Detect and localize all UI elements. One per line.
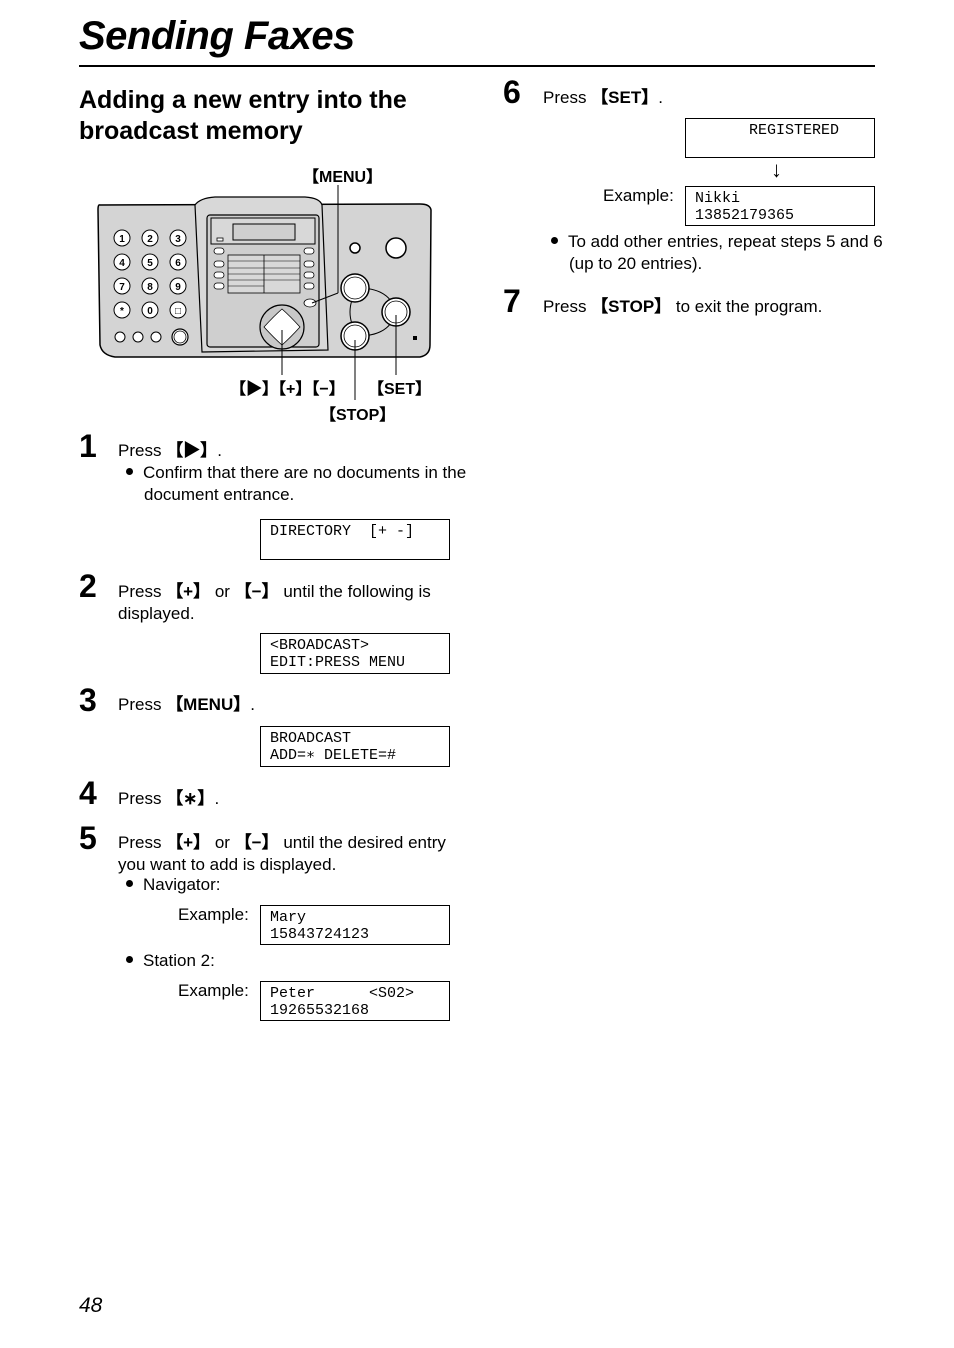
lcd-display: Nikki 13852179365 [685,186,875,226]
example-label: Example: [178,981,249,1000]
key-star: 【∗】 [166,789,215,808]
key-plus: 【+】 [166,833,211,852]
key-menu: 【MENU】 [166,695,251,714]
menu-button [303,298,317,308]
svg-text:*: * [120,306,124,317]
section-title: Adding a new entry into the broadcast me… [79,86,407,145]
key-stop: 【STOP】 [591,297,672,316]
down-arrow-icon: ↓ [771,157,782,182]
step-4-text: Press 【∗】. [118,789,220,808]
example-label: Example: [178,905,249,924]
nav-callout: 【▶】【+】【−】 [230,381,345,398]
bullet-icon [126,956,133,963]
example-label: Example: [603,186,674,205]
lcd-screen [232,223,296,241]
svg-text:1: 1 [119,234,125,245]
step-number: 1 [79,428,97,464]
step-number: 4 [79,775,97,811]
step-5-text: Press 【+】 or 【−】 until the desired entry… [118,833,446,874]
step-number: 7 [503,283,521,319]
step-1-bullet: Confirm that there are no documents in t… [126,462,474,505]
step-7-text: Press 【STOP】 to exit the program. [543,297,823,316]
svg-text:2: 2 [147,234,153,245]
step-6-bullet: To add other entries, repeat steps 5 and… [551,231,899,274]
step-number: 2 [79,568,97,604]
lcd-display: BROADCAST ADD=∗ DELETE=# [260,726,450,767]
step-2-text: Press 【+】 or 【−】 until the following is … [118,582,431,623]
set-callout: 【SET】 [368,381,432,398]
key-set: 【SET】 [591,88,659,107]
key-minus: 【−】 [234,582,279,601]
lcd-display: <BROADCAST> EDIT:PRESS MENU [260,633,450,674]
navigator-bullet: Navigator: [126,874,220,896]
key-plus: 【+】 [166,582,211,601]
lcd-display: Mary 15843724123 [260,905,450,945]
lcd-display: DIRECTORY [+ -] [260,519,450,560]
lcd-display: Peter <S02> 19265532168 [260,981,450,1021]
step-3-text: Press 【MENU】. [118,695,255,714]
stop-callout: 【STOP】 [320,407,396,424]
svg-text:4: 4 [119,258,125,269]
svg-text:6: 6 [175,258,181,269]
fax-panel-diagram: 1 2 3 4 5 6 7 8 9 * 0 □ 【MENU】 【▶】【+】【−】… [90,160,450,430]
page-number: 48 [79,1294,103,1317]
step-1-text: Press 【▶】. [118,441,222,460]
title-rule [79,65,875,67]
svg-text:□: □ [175,306,181,317]
page-title: Sending Faxes [79,14,355,58]
step-6-text: Press 【SET】. [543,88,663,107]
key-right: 【▶】 [166,441,218,460]
lcd-display: REGISTERED [685,118,875,158]
svg-text:7: 7 [119,282,125,293]
bullet-icon [126,468,133,475]
step-number: 6 [503,74,521,110]
svg-text:3: 3 [175,234,181,245]
station-bullet: Station 2: [126,950,215,972]
svg-text:8: 8 [147,282,153,293]
step-number: 3 [79,682,97,718]
menu-callout: 【MENU】 [303,169,383,186]
step-number: 5 [79,820,97,856]
bullet-icon [126,880,133,887]
svg-text:0: 0 [147,306,153,317]
bullet-icon [551,237,558,244]
svg-text:5: 5 [147,258,153,269]
key-minus: 【−】 [234,833,279,852]
svg-text:9: 9 [175,282,181,293]
